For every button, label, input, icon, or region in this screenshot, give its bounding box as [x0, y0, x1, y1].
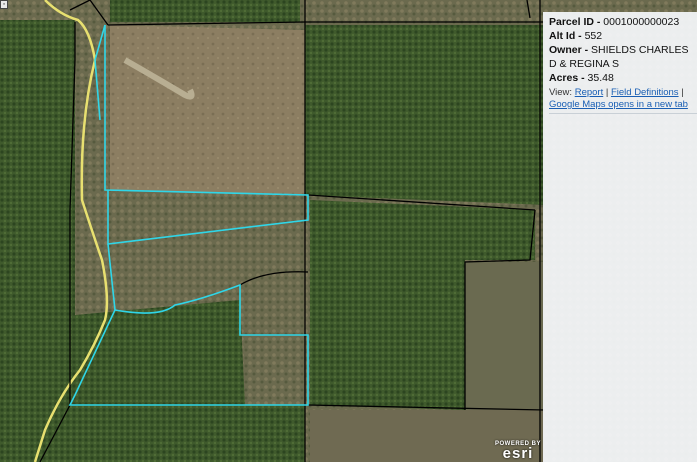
parcel-id-row: Parcel ID - 0001000000023: [549, 15, 697, 29]
report-link[interactable]: Report: [575, 87, 604, 98]
pine-stand-south: [75, 300, 245, 405]
pine-stand-north: [305, 25, 545, 205]
zoom-control[interactable]: ◦: [0, 0, 8, 9]
owner-label: Owner -: [549, 44, 589, 56]
parcel-info-popup: Parcel ID - 0001000000023 Alt Id - 552 O…: [543, 12, 697, 462]
google-maps-link[interactable]: Google Maps opens in a new tab: [549, 99, 688, 110]
owner-row: Owner - SHIELDS CHARLES D & REGINA S: [549, 43, 697, 71]
east-woods: [465, 262, 545, 410]
esri-logo: esri: [502, 445, 534, 462]
parcel-id-label: Parcel ID -: [549, 16, 601, 28]
acres-row: Acres - 35.48: [549, 71, 697, 85]
forest-south: [40, 405, 305, 462]
field-definitions-link[interactable]: Field Definitions: [611, 87, 679, 98]
alt-id-row: Alt Id - 552: [549, 29, 697, 43]
acres-value: 35.48: [587, 72, 614, 84]
esri-attribution[interactable]: POWERED BY esri: [495, 441, 541, 462]
cleared-field: [110, 25, 305, 195]
forest-top: [110, 0, 300, 22]
view-links: View: Report | Field Definitions | Googl…: [549, 87, 697, 114]
alt-id-value: 552: [584, 30, 603, 42]
acres-label: Acres -: [549, 72, 585, 84]
alt-id-label: Alt Id -: [549, 30, 582, 42]
view-label: View:: [549, 87, 573, 98]
parcel-id-value: 0001000000023: [603, 16, 680, 28]
